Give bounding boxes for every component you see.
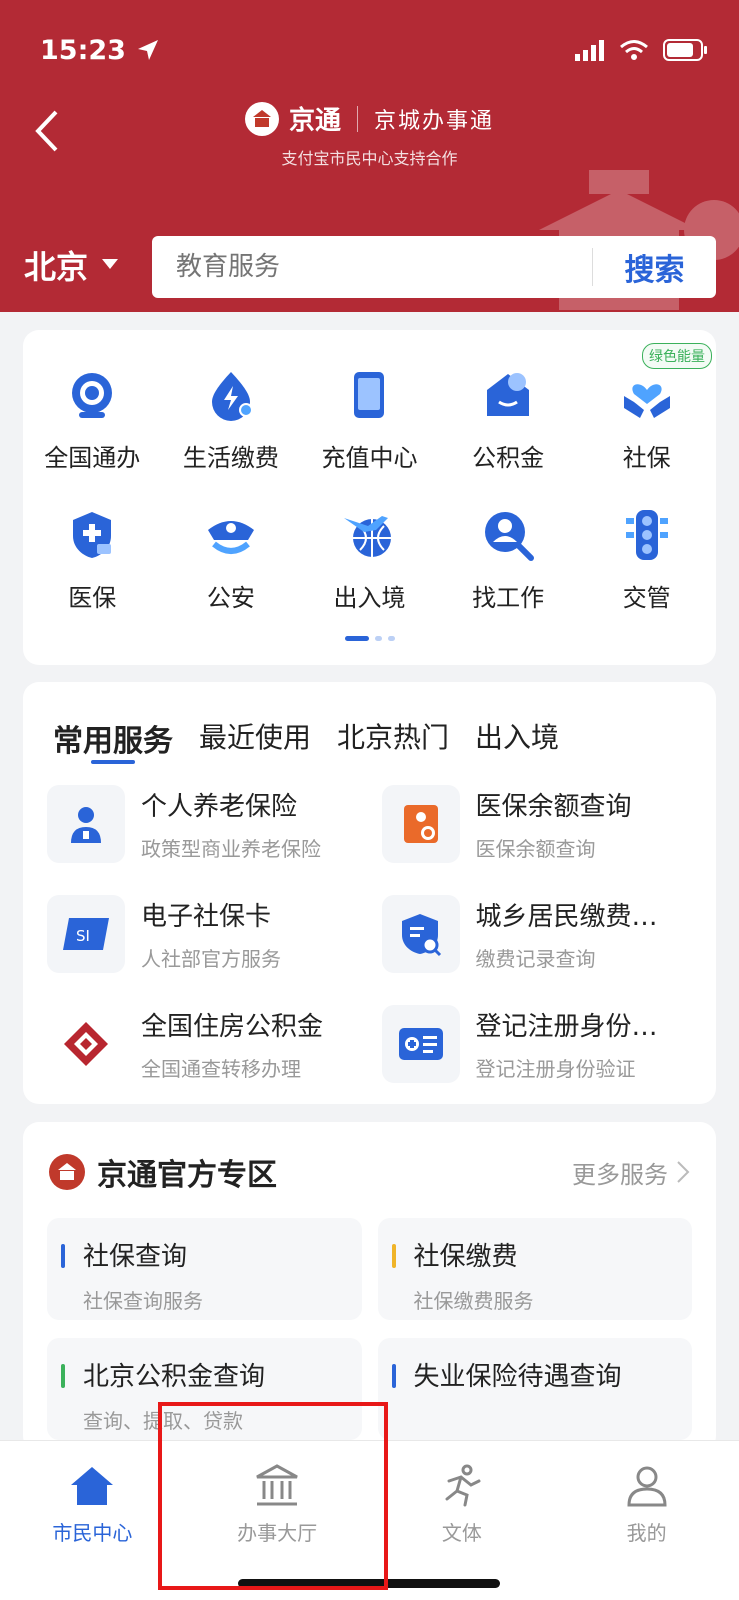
service-pension[interactable]: 个人养老保险 政策型商业养老保险 <box>47 784 382 864</box>
service-medical-balance[interactable]: 医保余额查询 医保余额查询 <box>381 784 717 864</box>
tabbar-culture-sports[interactable]: 文体 <box>370 1441 555 1600</box>
tabbar-mine[interactable]: 我的 <box>554 1441 739 1600</box>
zone-item-social-payment[interactable]: 社保缴费 社保缴费服务 <box>377 1218 692 1320</box>
grid-item-jobs[interactable]: 找工作 <box>439 500 578 640</box>
search-input[interactable] <box>152 252 592 282</box>
wifi-icon <box>620 40 648 60</box>
pension-person-icon <box>47 785 125 863</box>
brand-area: 京通 京城办事通 支付宝市民中心支持合作 <box>0 100 739 169</box>
page-indicator <box>23 636 716 641</box>
bottom-tab-bar: 市民中心 办事大厅 文体 我的 <box>0 1440 739 1600</box>
green-energy-badge: 绿色能量 <box>642 343 712 369</box>
cellular-signal-icon <box>575 40 604 61</box>
zone-title: 京通官方专区 <box>97 1158 277 1193</box>
battery-icon <box>663 39 707 61</box>
social-security-icon <box>623 384 670 418</box>
housing-fund-logo-icon <box>47 1005 125 1083</box>
housing-fund-icon <box>487 373 530 416</box>
jingtong-logo-icon <box>244 101 279 136</box>
service-social-card[interactable]: SI 电子社保卡 人社部官方服务 <box>47 894 382 974</box>
service-id-verification[interactable]: 登记注册身份… 登记注册身份验证 <box>381 1004 717 1084</box>
zone-item-social-query[interactable]: 社保查询 社保查询服务 <box>47 1218 362 1320</box>
user-profile-icon <box>627 1466 667 1507</box>
payment-record-icon <box>381 895 460 973</box>
running-person-icon <box>445 1464 481 1507</box>
grid-item-medical[interactable]: 医保 <box>23 500 162 640</box>
tabbar-citizen-center[interactable]: 市民中心 <box>0 1441 185 1600</box>
government-building-icon <box>256 1464 298 1506</box>
medical-balance-icon <box>381 785 460 863</box>
traffic-light-icon <box>625 510 668 560</box>
zone-item-unemployment[interactable]: 失业保险待遇查询 <box>377 1338 692 1440</box>
globe-service-icon <box>72 373 113 418</box>
city-selector[interactable]: 北京 <box>24 242 119 288</box>
grid-item-utility[interactable]: 生活缴费 <box>162 360 301 500</box>
service-national-housing-fund[interactable]: 全国住房公积金 全国通查转移办理 <box>47 1004 382 1084</box>
service-tabs: 常用服务 最近使用 北京热门 出入境 <box>23 682 716 764</box>
tabbar-service-hall[interactable]: 办事大厅 <box>185 1441 370 1600</box>
official-zone-card: 京通官方专区 更多服务 社保查询 社保查询服务 社保缴费 社保缴费服务 北京公积… <box>23 1122 716 1452</box>
airplane-globe-icon <box>344 516 392 557</box>
chevron-right-icon <box>677 1161 690 1183</box>
home-icon <box>71 1467 114 1505</box>
grid-item-traffic[interactable]: 交管 <box>577 500 716 640</box>
app-header: 15:23 京通 京城办事通 支付宝市民中心支持合作 北京 教育服务 搜索 <box>0 0 739 312</box>
tab-immigration[interactable]: 出入境 <box>475 716 559 764</box>
location-arrow-icon <box>137 40 158 60</box>
tab-beijing-hot[interactable]: 北京热门 <box>337 716 449 764</box>
grid-item-housing-fund[interactable]: 公积金 <box>439 360 578 500</box>
services-card: 常用服务 最近使用 北京热门 出入境 个人养老保险 政策型商业养老保险 医保余额查… <box>23 682 716 1104</box>
social-card-icon: SI <box>47 895 125 973</box>
grid-item-social-security[interactable]: 绿色能量 社保 <box>577 343 716 500</box>
job-search-icon <box>485 512 535 561</box>
grid-item-immigration[interactable]: 出入境 <box>300 500 439 640</box>
grid-item-recharge[interactable]: 充值中心 <box>300 360 439 500</box>
medical-insurance-icon <box>73 512 112 558</box>
status-time: 15:23 <box>40 35 160 66</box>
service-grid-card: 全国通办 生活缴费 充值中心 公积金 绿色能量 社保 医保 公安 出入境 找工作… <box>23 330 716 665</box>
more-services-link[interactable]: 更多服务 <box>572 1155 690 1190</box>
brand-subtitle: 支付宝市民中心支持合作 <box>281 149 458 168</box>
grid-item-national[interactable]: 全国通办 <box>23 360 162 500</box>
brand-slogan: 京城办事通 <box>374 108 495 134</box>
phone-recharge-icon <box>354 372 385 418</box>
grid-item-police[interactable]: 公安 <box>162 500 301 640</box>
utility-payment-icon <box>211 372 253 421</box>
tab-common[interactable]: 常用服务 <box>53 716 173 764</box>
brand-name: 京通 <box>288 106 341 136</box>
tab-recent[interactable]: 最近使用 <box>199 716 311 764</box>
search-button[interactable]: 搜索 <box>592 248 716 288</box>
caret-down-icon <box>102 259 119 269</box>
jingtong-badge-icon <box>49 1154 85 1190</box>
svg-text:SI: SI <box>76 927 90 945</box>
police-cap-icon <box>207 521 254 554</box>
zone-item-beijing-fund[interactable]: 北京公积金查询 查询、提取、贷款 <box>47 1338 362 1440</box>
home-indicator <box>238 1579 500 1588</box>
search-bar: 搜索 <box>152 236 716 298</box>
service-resident-payment[interactable]: 城乡居民缴费… 缴费记录查询 <box>381 894 717 974</box>
id-card-icon <box>381 1005 460 1083</box>
status-bar: 15:23 <box>40 30 709 70</box>
